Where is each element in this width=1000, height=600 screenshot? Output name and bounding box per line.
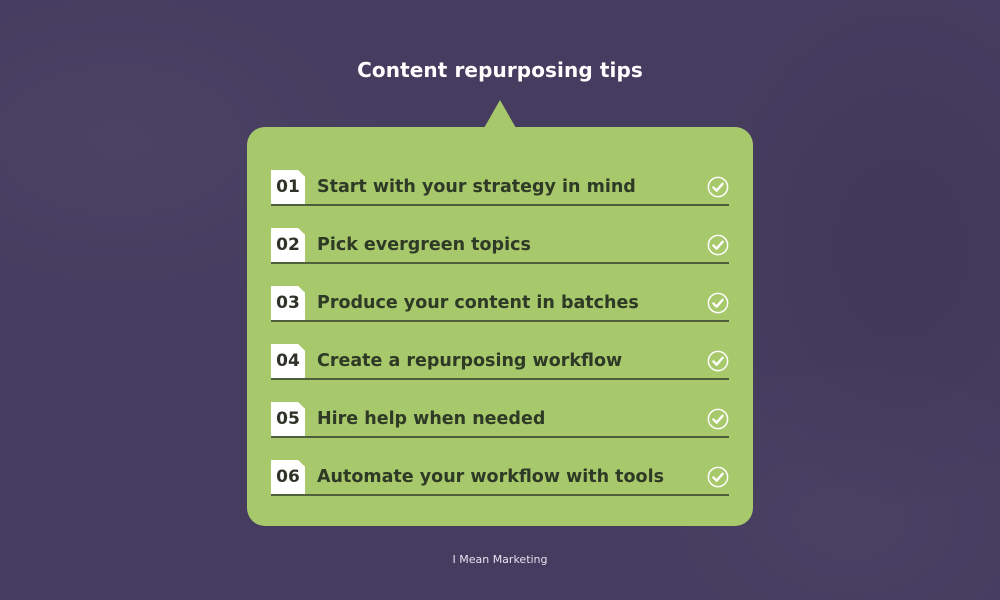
tips-list: 01 Start with your strategy in mind 02 P…	[271, 170, 729, 518]
check-circle-icon	[707, 234, 729, 256]
tip-item: 03 Produce your content in batches	[271, 286, 729, 322]
tip-label: Pick evergreen topics	[317, 235, 531, 255]
check-circle-icon	[707, 408, 729, 430]
tip-item: 06 Automate your workflow with tools	[271, 460, 729, 496]
tip-number: 06	[271, 460, 305, 494]
tip-number: 05	[271, 402, 305, 436]
tips-card: 01 Start with your strategy in mind 02 P…	[247, 127, 753, 526]
brand-footer: I Mean Marketing	[452, 553, 548, 566]
tip-label: Create a repurposing workflow	[317, 351, 623, 371]
tip-number: 03	[271, 286, 305, 320]
tip-number: 02	[271, 228, 305, 262]
page-title: Content repurposing tips	[357, 58, 643, 82]
speech-pointer	[484, 100, 516, 128]
tip-label: Produce your content in batches	[317, 293, 639, 313]
check-circle-icon	[707, 466, 729, 488]
check-circle-icon	[707, 350, 729, 372]
tip-number: 04	[271, 344, 305, 378]
tip-number: 01	[271, 170, 305, 204]
tip-label: Start with your strategy in mind	[317, 177, 636, 197]
check-circle-icon	[707, 292, 729, 314]
check-circle-icon	[707, 176, 729, 198]
tip-item: 01 Start with your strategy in mind	[271, 170, 729, 206]
tip-item: 02 Pick evergreen topics	[271, 228, 729, 264]
tip-label: Automate your workflow with tools	[317, 467, 664, 487]
tip-item: 04 Create a repurposing workflow	[271, 344, 729, 380]
tip-label: Hire help when needed	[317, 409, 546, 429]
tip-item: 05 Hire help when needed	[271, 402, 729, 438]
